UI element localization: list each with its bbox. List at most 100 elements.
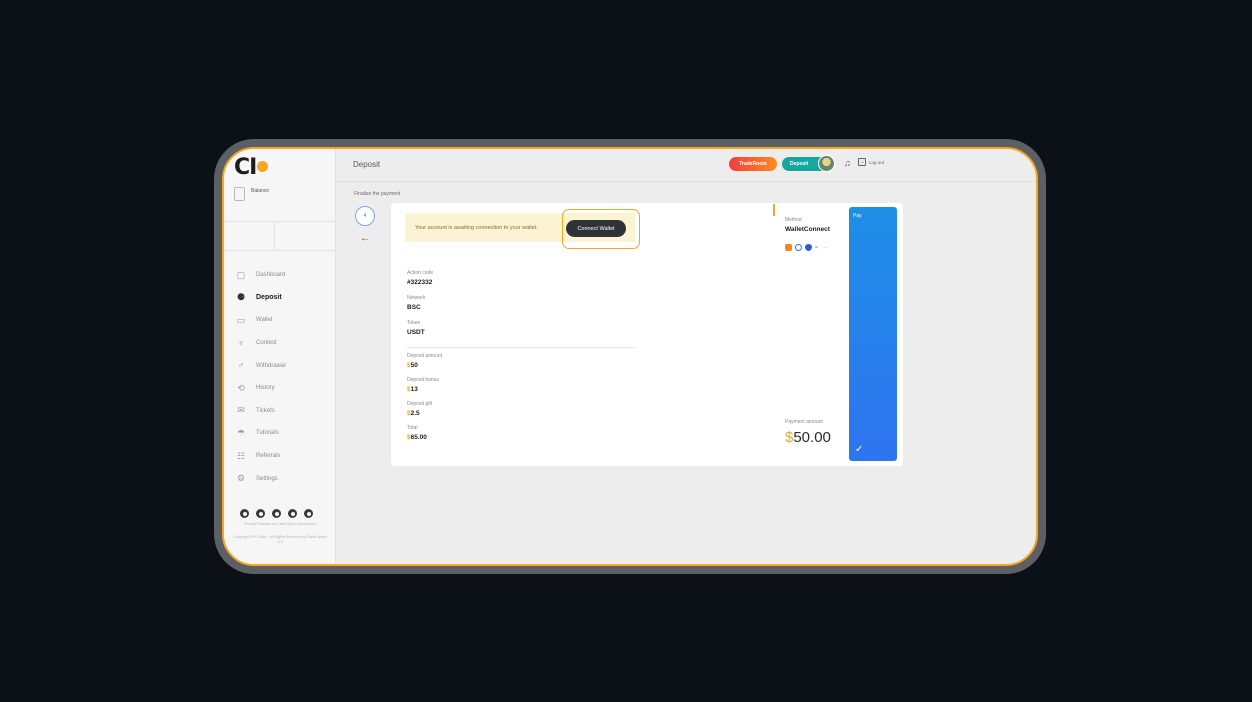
topbar: Deposit TradeRoom Deposit ♫ → Log out (336, 149, 1036, 182)
youtube-icon[interactable] (256, 509, 265, 518)
logout-label: Log out (869, 159, 885, 165)
sidebar-item-label: Dashboard (256, 272, 286, 279)
token: Token USDT (407, 320, 425, 336)
breadcrumb: Finalize the payment (354, 191, 401, 197)
sidebar-item-label: History (256, 385, 275, 392)
wallet-icons: ≈ ··· (785, 244, 827, 251)
sidebar-item-label: Contest (256, 340, 277, 347)
pay-button[interactable]: Pay ✓ (849, 207, 897, 461)
sidebar-nav: ▢ Dashboard ⚈ Deposit ▭ Wallet ♆ Contest… (236, 264, 332, 490)
app-screen: CI Balance ▢ Dashboard ⚈ Deposit ▭ Walle… (222, 147, 1038, 566)
network-value: BSC (407, 304, 421, 311)
pay-label: Pay (853, 213, 862, 219)
social-links (240, 509, 313, 518)
sidebar-item-label: Tutorials (256, 430, 279, 437)
telegram-icon[interactable] (288, 509, 297, 518)
deposit-gift-label: Deposit gift (407, 401, 433, 407)
back-arrow-icon[interactable]: ← (360, 233, 370, 244)
footer-powered: Proudly Powered by ClaimOption Developer… (243, 522, 317, 526)
history-icon: ⟲ (237, 382, 245, 393)
sidebar-item-label: Tickets (256, 407, 275, 414)
dashboard-icon: ▢ (236, 269, 246, 280)
deposit-button-label: Deposit (790, 161, 809, 167)
sidebar-item-tutorials[interactable]: ☂ Tutorials (236, 422, 332, 445)
deposit-amount: Deposit amount $50 (407, 353, 442, 369)
action-code-value: #322332 (407, 279, 433, 286)
avatar[interactable] (818, 155, 835, 172)
trust-wallet-icon (805, 244, 812, 251)
sidebar-item-label: Deposit (256, 294, 282, 302)
method-value: WalletConnect (785, 226, 830, 233)
metamask-icon (785, 244, 792, 251)
device-frame: CI Balance ▢ Dashboard ⚈ Deposit ▭ Walle… (214, 139, 1046, 574)
deposit-bonus-label: Deposit bonus (407, 377, 439, 383)
amount: 13 (410, 386, 418, 393)
deposit-bonus: Deposit bonus $13 (407, 377, 439, 393)
deposit-bonus-value: $13 (407, 386, 439, 393)
sidebar-item-referrals[interactable]: ☷ Referrals (236, 445, 332, 468)
sidebar-item-history[interactable]: ⟲ History (236, 377, 332, 400)
page-title: Deposit (353, 160, 381, 169)
deposit-amount-value: $50 (407, 362, 442, 369)
action-code-label: Action code (407, 270, 434, 276)
sidebar-item-contest[interactable]: ♆ Contest (236, 332, 332, 355)
sidebar-item-withdrawal[interactable]: ♂ Withdrawal (236, 354, 332, 377)
x-icon[interactable] (272, 509, 281, 518)
badge-icon (234, 187, 245, 201)
payment-method: Method WalletConnect (785, 217, 830, 233)
traderoom-button[interactable]: TradeRoom (729, 157, 777, 171)
balance: Balance (234, 187, 269, 201)
tutorials-icon: ☂ (236, 427, 246, 438)
logout-button[interactable]: → Log out (858, 158, 884, 166)
sidebar-item-tickets[interactable]: ✉ Tickets (236, 400, 332, 423)
discord-icon[interactable] (304, 509, 313, 518)
settings-icon: ⚙ (236, 473, 246, 484)
trophy-icon: ♆ (237, 337, 245, 348)
stats-divider (274, 222, 275, 250)
wallet-icon: ▭ (236, 314, 246, 325)
withdrawal-icon: ♂ (237, 360, 245, 371)
sidebar-item-label: Wallet (256, 317, 273, 324)
sidebar-item-settings[interactable]: ⚙ Settings (236, 467, 332, 490)
sidebar-item-deposit[interactable]: ⚈ Deposit (236, 287, 332, 310)
balance-stats (224, 221, 336, 251)
balance-label: Balance (251, 188, 270, 194)
total: Total $65.00 (407, 425, 427, 441)
sidebar-item-dashboard[interactable]: ▢ Dashboard (236, 264, 332, 287)
total-label: Total (407, 425, 418, 431)
footer-copyright: Copyright 20** Claim - All Rights Reserv… (233, 535, 327, 544)
token-label: Token (407, 320, 421, 326)
amount: 50 (410, 362, 418, 369)
more-icon: ··· (821, 244, 828, 251)
sidebar-item-label: Withdrawal (256, 362, 286, 369)
tickets-icon: ✉ (237, 405, 245, 416)
wallet-ring-icon (795, 244, 802, 251)
amount: 2.5 (410, 410, 420, 417)
deposit-gift-value: $2.5 (407, 410, 432, 417)
network-label: Network (407, 295, 426, 301)
payment-card: Your account is awaiting connection to y… (391, 203, 903, 466)
walletconnect-icon: ≈ (815, 244, 819, 251)
method-label: Method (785, 217, 802, 223)
connect-wallet-button[interactable]: Connect Wallet (566, 220, 626, 237)
token-value: USDT (407, 329, 425, 336)
logo[interactable]: CI (234, 155, 269, 180)
deposit-gift: Deposit gift $2.5 (407, 401, 432, 417)
logout-icon: → (858, 158, 866, 166)
sidebar-item-label: Settings (256, 475, 278, 482)
deposit-amount-label: Deposit amount (407, 353, 443, 359)
logo-dot-icon (257, 161, 269, 172)
network: Network BSC (407, 295, 425, 311)
referrals-icon: ☷ (236, 450, 246, 461)
sidebar-item-wallet[interactable]: ▭ Wallet (236, 309, 332, 332)
step-indicator: 4 (355, 206, 375, 226)
divider (407, 347, 635, 348)
payment-amount-value: 50.00 (793, 429, 831, 446)
action-code: Action code #322332 (407, 270, 433, 286)
bell-icon[interactable]: ♫ (844, 158, 851, 168)
total-value: $65.00 (407, 434, 427, 441)
logo-text: CI (234, 155, 257, 180)
payment-amount: $50.00 (785, 429, 831, 446)
instagram-icon[interactable] (240, 509, 249, 518)
sidebar: CI Balance ▢ Dashboard ⚈ Deposit ▭ Walle… (224, 149, 336, 564)
